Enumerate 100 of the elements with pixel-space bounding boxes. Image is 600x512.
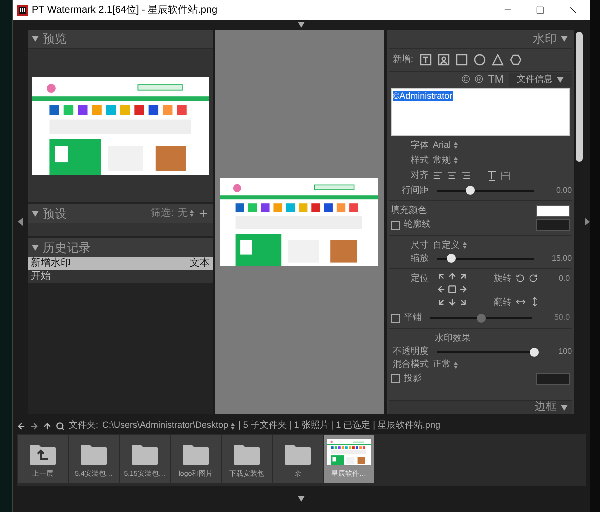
position-arrow-icon[interactable] bbox=[448, 298, 458, 307]
slider[interactable] bbox=[437, 254, 534, 263]
updown-icon[interactable] bbox=[190, 210, 194, 217]
back-icon[interactable] bbox=[17, 422, 26, 430]
search-icon[interactable] bbox=[56, 422, 65, 430]
circle-tool-icon[interactable] bbox=[474, 54, 486, 66]
folder-path-dropdown[interactable]: C:\Users\Administrator\Desktop bbox=[102, 419, 235, 433]
checkbox-label: 平铺 bbox=[404, 311, 422, 324]
color-swatch[interactable] bbox=[536, 219, 570, 231]
position-arrow-icon[interactable] bbox=[459, 298, 468, 307]
position-arrow-icon[interactable] bbox=[459, 285, 468, 294]
position-arrow-icon[interactable] bbox=[448, 272, 458, 281]
text-spacing-icon[interactable] bbox=[501, 170, 512, 180]
filter-dropdown[interactable]: 无 bbox=[178, 206, 194, 221]
position-arrow-icon[interactable] bbox=[459, 272, 468, 281]
dropdown[interactable]: 自定义 bbox=[433, 238, 468, 252]
image-tool-icon[interactable] bbox=[438, 54, 450, 66]
close-icon[interactable] bbox=[568, 4, 579, 16]
caret-icon[interactable] bbox=[557, 77, 564, 83]
symbol-button[interactable]: TM bbox=[488, 72, 504, 88]
right-panel-toggle-icon[interactable] bbox=[585, 218, 590, 226]
collapse-icon[interactable] bbox=[32, 244, 39, 250]
position-arrow-icon[interactable] bbox=[437, 272, 446, 281]
slider-thumb[interactable] bbox=[447, 254, 456, 263]
panel-title: 历史记录 bbox=[42, 240, 91, 256]
window-title: PT Watermark 2.1[64位] - 星辰软件站.png bbox=[32, 4, 218, 18]
slider-value: 15.00 bbox=[551, 252, 572, 264]
position-arrow-icon[interactable] bbox=[437, 298, 446, 307]
collapse-icon[interactable] bbox=[32, 36, 39, 42]
panel-title: 水印 bbox=[533, 31, 558, 48]
panel-header[interactable]: 预览 bbox=[28, 30, 213, 49]
top-panel-toggle-icon[interactable] bbox=[298, 22, 305, 28]
slider[interactable] bbox=[430, 314, 532, 322]
align-left-icon[interactable] bbox=[433, 170, 444, 180]
scrollbar[interactable] bbox=[576, 32, 584, 162]
align-right-icon[interactable] bbox=[461, 170, 472, 180]
updown-icon[interactable] bbox=[230, 422, 235, 430]
maximize-icon[interactable] bbox=[536, 6, 545, 14]
filter-label: 筛选: bbox=[151, 206, 174, 221]
panel-header[interactable]: 历史记录 bbox=[28, 238, 213, 257]
field-label: 旋转 bbox=[494, 272, 512, 285]
updown-icon[interactable] bbox=[454, 142, 458, 149]
slider-thumb[interactable] bbox=[466, 186, 475, 195]
field-label: 混合模式 bbox=[392, 358, 430, 372]
history-item[interactable]: 新增水印 文本 bbox=[28, 257, 213, 270]
slider-value: 0.00 bbox=[555, 184, 572, 196]
checkbox[interactable] bbox=[391, 314, 400, 322]
history-item[interactable]: 开始 bbox=[28, 270, 213, 283]
file-info-dropdown[interactable]: 文件信息 bbox=[509, 73, 572, 87]
checkbox[interactable] bbox=[391, 220, 400, 230]
panel-header[interactable]: 预设 筛选: 无 bbox=[28, 204, 213, 223]
add-label: 新增: bbox=[393, 53, 414, 66]
folder-info: | 5 子文件夹 | 1 张照片 | 1 已选定 | 星辰软件站.png bbox=[238, 419, 440, 432]
dropdown[interactable]: 常规 bbox=[433, 154, 458, 168]
field-label: 样式 bbox=[410, 154, 430, 167]
text-baseline-icon[interactable] bbox=[487, 170, 498, 180]
symbol-button[interactable]: © bbox=[462, 72, 470, 88]
rotate-left-icon[interactable] bbox=[516, 274, 526, 284]
updown-icon[interactable] bbox=[454, 362, 458, 368]
collapse-icon[interactable] bbox=[561, 36, 568, 42]
dropdown[interactable]: 正常 bbox=[433, 358, 458, 372]
text-tool-icon[interactable] bbox=[420, 54, 432, 66]
panel-header[interactable]: 边框 bbox=[389, 400, 572, 414]
checkbox[interactable] bbox=[391, 374, 400, 383]
up-icon[interactable] bbox=[43, 422, 52, 430]
folder-icon bbox=[233, 444, 261, 466]
folder-icon bbox=[182, 444, 210, 466]
slider-thumb[interactable] bbox=[530, 348, 539, 356]
collapse-icon[interactable] bbox=[561, 404, 568, 410]
field-label: 翻转 bbox=[494, 296, 512, 308]
field-label: 字体 bbox=[410, 138, 430, 152]
triangle-tool-icon[interactable] bbox=[492, 54, 504, 66]
folder-icon bbox=[284, 444, 312, 466]
collapse-icon[interactable] bbox=[32, 210, 39, 216]
add-icon[interactable] bbox=[198, 208, 209, 219]
updown-icon[interactable] bbox=[454, 157, 458, 164]
hexagon-tool-icon[interactable] bbox=[510, 54, 522, 66]
watermark-text-field[interactable]: ©Administrator bbox=[391, 88, 570, 136]
slider-thumb[interactable] bbox=[476, 314, 486, 322]
field-label: 填充颜色 bbox=[391, 204, 428, 218]
left-panel-toggle-icon[interactable] bbox=[18, 218, 23, 226]
dropdown[interactable]: Arial bbox=[433, 138, 458, 152]
bottom-panel-toggle-icon[interactable] bbox=[298, 496, 305, 502]
color-swatch[interactable] bbox=[536, 372, 570, 384]
field-label: 对齐 bbox=[410, 168, 430, 182]
forward-icon[interactable] bbox=[30, 422, 39, 430]
panel-title: 预览 bbox=[42, 31, 67, 48]
rectangle-tool-icon[interactable] bbox=[456, 54, 468, 66]
symbol-button[interactable]: ® bbox=[475, 72, 484, 88]
updown-icon[interactable] bbox=[463, 242, 468, 249]
panel-title: 预设 bbox=[42, 206, 67, 222]
checkbox-label: 投影 bbox=[404, 372, 422, 385]
section-title: 水印效果 bbox=[434, 332, 472, 345]
app-icon bbox=[17, 4, 28, 16]
position-arrow-icon[interactable] bbox=[437, 285, 446, 294]
slider[interactable] bbox=[437, 186, 534, 195]
folder-label: 文件夹: bbox=[69, 419, 99, 432]
color-swatch[interactable] bbox=[536, 205, 570, 217]
rotate-right-icon[interactable] bbox=[529, 274, 538, 284]
align-center-icon[interactable] bbox=[447, 170, 458, 180]
